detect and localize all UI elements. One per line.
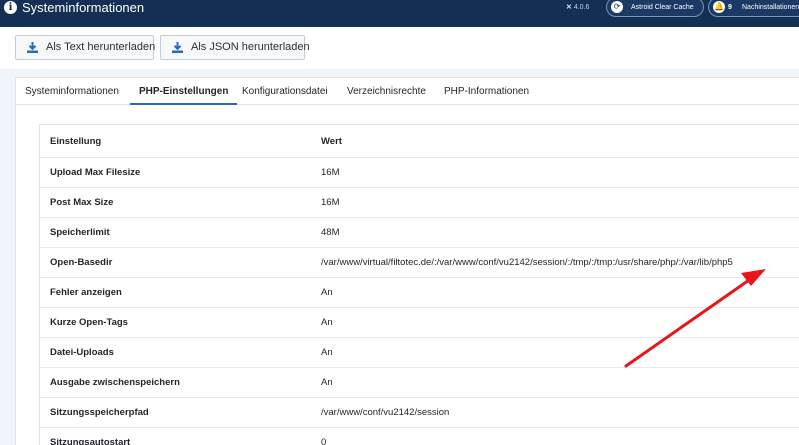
annotation-arrow [624,269,766,368]
